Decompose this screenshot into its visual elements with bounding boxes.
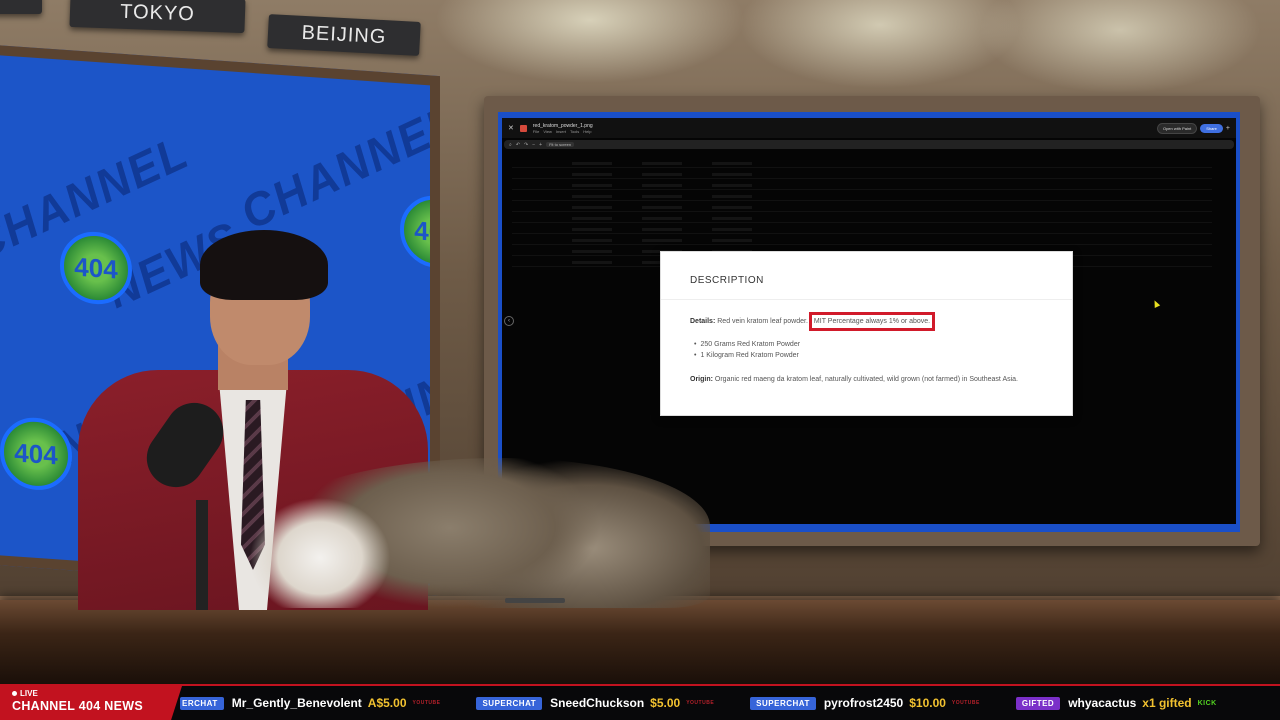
- platform-label: YOUTUBE: [951, 700, 980, 706]
- channel-name: CHANNEL 404 NEWS: [12, 699, 143, 713]
- list-item: [512, 191, 1212, 201]
- ticker-item: SUPERCHAT pyrofrost2450 $10.00 YOUTUBE: [750, 696, 980, 710]
- description-image: DESCRIPTION Details: Red vein kratom lea…: [660, 251, 1073, 416]
- donor-name: whyacactus: [1068, 696, 1137, 710]
- channel-brand: LIVE CHANNEL 404 NEWS: [0, 686, 182, 720]
- menu-file[interactable]: File: [533, 129, 539, 134]
- origin-label: Origin:: [690, 376, 713, 383]
- ticker-item: SUPERCHAT SneedChuckson $5.00 YOUTUBE: [476, 696, 714, 710]
- gift-amount: x1 gifted: [1142, 696, 1192, 710]
- highlighted-mit-text: MIT Percentage always 1% or above.: [808, 312, 936, 331]
- city-sign-partial: [0, 0, 42, 14]
- details-text: Red vein kratom leaf powder.: [717, 318, 808, 325]
- city-sign-beijing: BEIJING: [267, 14, 421, 56]
- divider: [661, 299, 1072, 300]
- menu-view[interactable]: View: [543, 129, 552, 134]
- live-dot-icon: [12, 691, 17, 696]
- platform-label: YOUTUBE: [412, 700, 441, 706]
- superchat-badge: SUPERCHAT: [750, 696, 816, 710]
- list-item: 1 Kilogram Red Kratom Powder: [694, 352, 800, 359]
- open-with-button[interactable]: Open with Paint: [1156, 122, 1198, 134]
- zoom-select[interactable]: Fit to screen: [546, 142, 575, 147]
- live-label: LIVE: [20, 689, 38, 698]
- news-ticker: LIVE CHANNEL 404 NEWS ERCHAT Mr_Gently_B…: [0, 684, 1280, 720]
- gifted-badge: GIFTED: [1015, 696, 1061, 710]
- list-item: [512, 169, 1212, 179]
- presenter-hair: [200, 230, 328, 300]
- undo-icon[interactable]: ↶: [516, 142, 520, 148]
- share-button[interactable]: Share: [1200, 123, 1223, 133]
- redo-icon[interactable]: ↷: [524, 142, 528, 148]
- platform-label: YOUTUBE: [686, 700, 715, 706]
- image-file-icon: [519, 124, 527, 132]
- menu-insert[interactable]: Insert: [556, 129, 566, 134]
- donor-name: Mr_Gently_Benevolent: [231, 696, 362, 710]
- list-item: [512, 213, 1212, 223]
- live-indicator: LIVE: [12, 689, 182, 698]
- donation-amount: $10.00: [909, 696, 946, 710]
- ticker-item: GIFTED whyacactus x1 gifted KICK: [1015, 696, 1217, 710]
- close-icon[interactable]: ✕: [508, 124, 514, 132]
- menu-tools[interactable]: Tools: [570, 129, 579, 134]
- superchat-badge: SUPERCHAT: [476, 696, 543, 710]
- details-line: Details: Red vein kratom leaf powder. MIT…: [690, 312, 936, 331]
- viewer-actions: Open with Paint Share +: [1156, 122, 1230, 134]
- list-item: 250 Grams Red Kratom Powder: [694, 341, 800, 348]
- donor-name: SneedChuckson: [550, 696, 645, 710]
- donation-amount: A$5.00: [367, 696, 407, 710]
- pen-on-desk: [505, 598, 565, 603]
- studio-background: TOKYO BEIJING CHANNEL NEWS CHANNEL NEWS …: [0, 0, 1280, 684]
- microphone-stand: [196, 500, 208, 610]
- city-sign-tokyo: TOKYO: [69, 0, 246, 34]
- file-info: red_kratom_powder_1.png File View Insert…: [533, 123, 593, 134]
- size-list: 250 Grams Red Kratom Powder 1 Kilogram R…: [694, 341, 800, 363]
- ticker-item: ERCHAT Mr_Gently_Benevolent A$5.00 YOUTU…: [180, 696, 440, 710]
- mouse-cursor-icon: [1151, 299, 1161, 308]
- zoom-out-icon[interactable]: −: [532, 142, 535, 148]
- list-item: [512, 235, 1212, 245]
- search-icon[interactable]: ⌕: [509, 142, 512, 148]
- donation-amount: $5.00: [650, 696, 681, 710]
- description-heading: DESCRIPTION: [690, 275, 764, 286]
- viewer-toolbar: ⌕ ↶ ↷ − + Fit to screen: [504, 140, 1234, 149]
- superchat-badge: ERCHAT: [180, 696, 224, 710]
- viewer-menu: File View Insert Tools Help: [533, 129, 593, 134]
- zoom-in-icon[interactable]: +: [539, 142, 542, 148]
- details-label: Details:: [690, 318, 716, 325]
- list-item: [512, 158, 1212, 168]
- menu-help[interactable]: Help: [583, 129, 591, 134]
- origin-line: Origin: Organic red maeng da kratom leaf…: [690, 376, 1018, 383]
- donor-name: pyrofrost2450: [823, 696, 904, 710]
- news-desk: [0, 600, 1280, 684]
- previous-image-icon[interactable]: ‹: [504, 316, 514, 326]
- platform-label: KICK: [1197, 699, 1217, 707]
- list-item: [512, 224, 1212, 234]
- ticker-track: ERCHAT Mr_Gently_Benevolent A$5.00 YOUTU…: [180, 686, 1253, 720]
- image-viewer-bar: ✕ red_kratom_powder_1.png File View Inse…: [502, 118, 1236, 138]
- origin-text: Organic red maeng da kratom leaf, natura…: [714, 376, 1019, 383]
- list-item: [512, 180, 1212, 190]
- add-icon[interactable]: +: [1226, 125, 1230, 132]
- list-item: [512, 202, 1212, 212]
